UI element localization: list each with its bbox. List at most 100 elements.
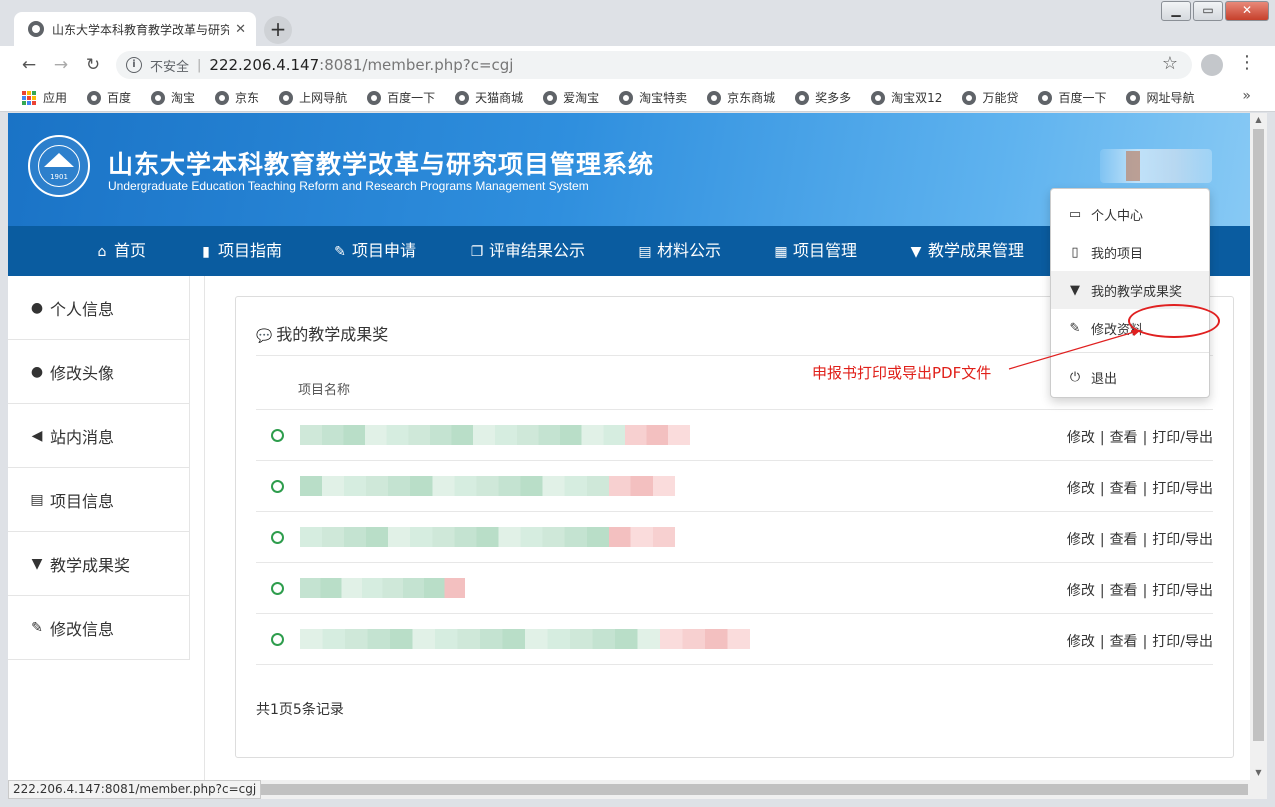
maximize-button[interactable]: ▭	[1193, 1, 1223, 21]
bookmark-item[interactable]: 淘宝双12	[871, 89, 942, 106]
view-link[interactable]: 查看	[1110, 430, 1138, 446]
minimize-button[interactable]: ▁	[1161, 1, 1191, 21]
globe-icon	[1038, 90, 1053, 105]
vertical-scrollbar[interactable]: ▲ ▼	[1250, 113, 1267, 780]
bookmark-item[interactable]: 爱淘宝	[543, 89, 599, 106]
url-host: 222.206.4.147	[209, 56, 320, 74]
bookmark-star-icon[interactable]: ☆	[1162, 53, 1178, 74]
edit-link[interactable]: 修改	[1067, 430, 1095, 446]
view-link[interactable]: 查看	[1110, 634, 1138, 650]
bookmark-label: 应用	[43, 91, 68, 105]
row-actions: 修改 | 查看 | 打印/导出	[1067, 478, 1213, 498]
bookmark-item[interactable]: 百度一下	[367, 89, 435, 106]
project-name-redacted[interactable]	[300, 629, 750, 649]
bookmark-item[interactable]: 淘宝	[151, 89, 195, 106]
nav-item-3[interactable]: ❐ 评审结果公示	[469, 226, 585, 276]
separator: |	[1142, 481, 1148, 497]
pagination-info: 共1页5条记录	[256, 702, 344, 718]
sidebar-divider	[204, 276, 205, 780]
project-name-redacted[interactable]	[300, 578, 465, 598]
bookmark-item[interactable]: 万能贷	[962, 89, 1018, 106]
edit-link[interactable]: 修改	[1067, 481, 1095, 497]
back-button[interactable]: ←	[16, 52, 42, 78]
scrollbar-corner	[1250, 780, 1267, 799]
file-icon: ▯	[1071, 244, 1079, 260]
view-link[interactable]: 查看	[1110, 481, 1138, 497]
print-export-link[interactable]: 打印/导出	[1152, 634, 1213, 650]
bookmark-item[interactable]: 百度一下	[1038, 89, 1106, 106]
sidebar-item-3[interactable]: ▤ 项目信息	[8, 468, 189, 532]
project-name-redacted[interactable]	[300, 425, 690, 445]
tab-title: 山东大学本科教育教学改革与研究	[52, 22, 230, 37]
scrollbar-thumb[interactable]	[1253, 129, 1264, 741]
sidebar-item-5[interactable]: ✎ 修改信息	[8, 596, 189, 660]
nav-item-2[interactable]: ✎ 项目申请	[332, 226, 416, 276]
edit-link[interactable]: 修改	[1067, 532, 1095, 548]
bookmark-label: 淘宝双12	[891, 91, 943, 105]
nav-item-1[interactable]: ▮ 项目指南	[198, 226, 282, 276]
bookmark-label: 京东商城	[727, 91, 776, 105]
browser-tab[interactable]: 山东大学本科教育教学改革与研究 ✕	[14, 12, 256, 46]
print-export-link[interactable]: 打印/导出	[1152, 481, 1213, 497]
nav-item-4[interactable]: ▤ 材料公示	[637, 226, 721, 276]
dropdown-item-1[interactable]: ▯ 我的项目	[1051, 233, 1209, 271]
user-icon: ●	[30, 299, 44, 316]
print-export-link[interactable]: 打印/导出	[1152, 583, 1213, 599]
url-field[interactable]: i 不安全 | 222.206.4.147:8081/member.php?c=…	[116, 51, 1192, 79]
tab-close-icon[interactable]: ✕	[235, 22, 246, 37]
bookmarks-more-icon[interactable]: »	[1242, 88, 1251, 104]
globe-icon	[151, 90, 166, 105]
dropdown-item-2[interactable]: ▼ 我的教学成果奖	[1051, 271, 1209, 309]
project-name-redacted[interactable]	[300, 527, 675, 547]
profile-avatar-icon[interactable]	[1201, 54, 1223, 76]
globe-icon	[87, 90, 102, 105]
nav-label: 项目申请	[352, 241, 417, 260]
edit-link[interactable]: 修改	[1067, 634, 1095, 650]
not-secure-label: 不安全	[150, 59, 190, 75]
view-link[interactable]: 查看	[1110, 583, 1138, 599]
bookmark-item[interactable]: 淘宝特卖	[619, 89, 687, 106]
bookmark-item[interactable]: 奖多多	[795, 89, 851, 106]
dropdown-item-label: 我的教学成果奖	[1091, 284, 1183, 300]
scrollbar-thumb[interactable]	[238, 784, 1248, 795]
bookmark-item[interactable]: 百度	[87, 89, 131, 106]
dropdown-item-label: 个人中心	[1091, 208, 1144, 224]
bookmark-label: 京东	[235, 91, 260, 105]
project-name-redacted[interactable]	[300, 476, 675, 496]
apps-grid-icon	[22, 90, 36, 105]
print-export-link[interactable]: 打印/导出	[1152, 430, 1213, 446]
nav-item-5[interactable]: ▦ 项目管理	[773, 226, 857, 276]
dropdown-item-0[interactable]: ▭ 个人中心	[1051, 195, 1209, 233]
bookmark-item[interactable]: 京东商城	[707, 89, 775, 106]
forward-button[interactable]: →	[48, 52, 74, 78]
globe-icon	[707, 90, 722, 105]
sidebar-item-2[interactable]: ◀ 站内消息	[8, 404, 189, 468]
nav-item-0[interactable]: ⌂ 首页	[94, 226, 146, 276]
view-link[interactable]: 查看	[1110, 532, 1138, 548]
sidebar-item-0[interactable]: ● 个人信息	[8, 276, 189, 340]
bookmark-item[interactable]: 京东	[215, 89, 259, 106]
bookmark-item[interactable]: 上网导航	[279, 89, 347, 106]
bookmark-label: 天猫商城	[475, 91, 524, 105]
scroll-down-arrow-icon[interactable]: ▼	[1250, 766, 1267, 780]
page-viewport: 1901 山东大学本科教育教学改革与研究项目管理系统 Undergraduate…	[8, 113, 1250, 780]
edit-link[interactable]: 修改	[1067, 583, 1095, 599]
bookmark-label: 百度一下	[387, 91, 436, 105]
scroll-up-arrow-icon[interactable]: ▲	[1250, 113, 1267, 127]
table-row: 修改 | 查看 | 打印/导出	[256, 614, 1213, 665]
new-tab-button[interactable]: +	[264, 16, 292, 44]
sidebar-item-1[interactable]: ● 修改头像	[8, 340, 189, 404]
browser-menu-icon[interactable]: ⋮	[1238, 52, 1256, 73]
print-export-link[interactable]: 打印/导出	[1152, 532, 1213, 548]
info-icon[interactable]: i	[126, 57, 142, 73]
bookmark-apps[interactable]: 应用	[22, 89, 67, 106]
bookmark-item[interactable]: 天猫商城	[455, 89, 523, 106]
bookmark-item[interactable]: 网址导航	[1126, 89, 1195, 106]
close-window-button[interactable]: ✕	[1225, 1, 1269, 21]
globe-icon	[455, 90, 470, 105]
reload-button[interactable]: ↻	[80, 52, 106, 78]
nav-item-6[interactable]: ▼ 教学成果管理	[908, 226, 1024, 276]
sidebar-item-4[interactable]: ▼ 教学成果奖	[8, 532, 189, 596]
volume-icon: ◀	[31, 427, 43, 444]
user-avatar[interactable]	[1100, 149, 1212, 183]
